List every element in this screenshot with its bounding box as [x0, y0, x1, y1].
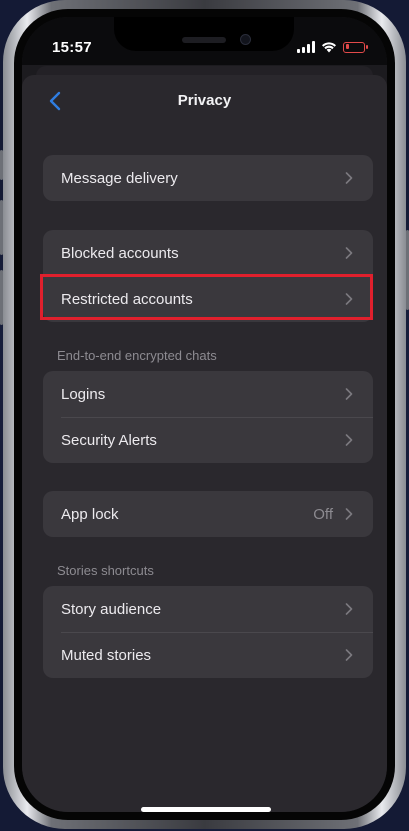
row-label: Message delivery [61, 169, 178, 187]
chevron-right-icon [345, 172, 353, 184]
section-header-e2e: End-to-end encrypted chats [57, 348, 217, 363]
app-lock-value: Off [313, 505, 333, 523]
chevron-right-icon [345, 293, 353, 305]
chevron-right-icon [345, 388, 353, 400]
row-label: Logins [61, 385, 106, 403]
status-icons [297, 39, 368, 55]
delivery-group: Message delivery [43, 155, 373, 201]
e2e-group: Logins Security Alerts [43, 371, 373, 463]
row-label: Blocked accounts [61, 244, 179, 262]
row-label: App lock [61, 505, 119, 523]
privacy-sheet: Privacy Message delivery Blocked account… [22, 75, 387, 812]
row-label: Muted stories [61, 646, 152, 664]
chevron-right-icon [345, 649, 353, 661]
row-security-alerts[interactable]: Security Alerts [43, 417, 373, 463]
row-blocked-accounts[interactable]: Blocked accounts [43, 230, 373, 276]
row-app-lock[interactable]: App lock Off [43, 491, 373, 537]
front-camera [240, 34, 251, 45]
row-label: Security Alerts [61, 431, 157, 449]
nav-bar: Privacy [22, 75, 387, 127]
row-story-audience[interactable]: Story audience [43, 586, 373, 632]
row-label: Story audience [61, 600, 162, 618]
speaker-grille [182, 37, 226, 43]
chevron-right-icon [345, 247, 353, 259]
phone-screen: 15:57 Privacy Message delivery Blocked a… [22, 17, 387, 812]
cellular-signal-icon [297, 41, 315, 53]
phone-frame: 15:57 Privacy Message delivery Blocked a… [3, 0, 406, 829]
chevron-right-icon [345, 508, 353, 520]
status-bar: 15:57 [22, 17, 387, 65]
status-time: 15:57 [52, 39, 92, 56]
screenshot: 15:57 Privacy Message delivery Blocked a… [0, 0, 409, 831]
row-label: Restricted accounts [61, 290, 193, 308]
wifi-icon [322, 42, 336, 53]
row-message-delivery[interactable]: Message delivery [43, 155, 373, 201]
notch [114, 17, 294, 51]
section-header-stories: Stories shortcuts [57, 563, 154, 578]
chevron-right-icon [345, 603, 353, 615]
stories-group: Story audience Muted stories [43, 586, 373, 678]
row-restricted-accounts[interactable]: Restricted accounts [43, 276, 373, 322]
home-indicator[interactable] [141, 807, 271, 812]
chevron-right-icon [345, 434, 353, 446]
row-logins[interactable]: Logins [43, 371, 373, 417]
battery-icon [343, 41, 368, 53]
page-title: Privacy [177, 92, 232, 109]
phone-bezel: 15:57 Privacy Message delivery Blocked a… [14, 9, 395, 820]
row-muted-stories[interactable]: Muted stories [43, 632, 373, 678]
applock-group: App lock Off [43, 491, 373, 537]
accounts-group: Blocked accounts Restricted accounts [43, 230, 373, 322]
